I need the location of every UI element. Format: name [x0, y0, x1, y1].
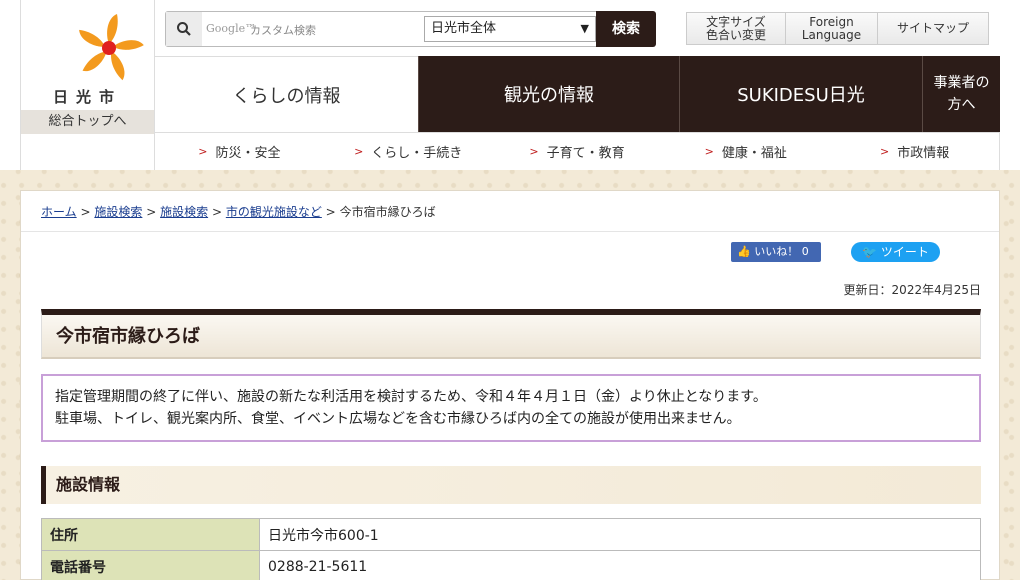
- subnav-label: 子育て・教育: [546, 146, 625, 161]
- subnav-item[interactable]: > くらし・手続き: [324, 133, 493, 170]
- util-link-line: Foreign: [809, 14, 854, 29]
- subnav-item[interactable]: > 市政情報: [830, 133, 999, 170]
- subnav-label: 健康・福祉: [721, 146, 787, 161]
- font-size-color-link[interactable]: 文字サイズ 色合い変更: [687, 13, 786, 44]
- nav-sukidesu-nikko[interactable]: SUKIDESU日光: [679, 56, 922, 132]
- util-link-line: 文字サイズ: [706, 14, 766, 29]
- sitemap-link[interactable]: サイトマップ: [878, 13, 988, 44]
- notice-box: 指定管理期間の終了に伴い、施設の新たな利活用を検討するため、令和４年４月１日（金…: [41, 374, 981, 442]
- breadcrumb: ホーム > 施設検索 > 施設検索 > 市の観光施設など > 今市宿市縁ひろば: [41, 203, 436, 220]
- table-header-cell: 住所: [41, 518, 260, 551]
- twitter-bird-icon: 🐦: [862, 245, 878, 259]
- subnav-item[interactable]: > 子育て・教育: [493, 133, 662, 170]
- table-row: 電話番号 0288-21-5611: [41, 550, 981, 580]
- divider: [21, 231, 999, 232]
- breadcrumb-link[interactable]: 施設検索: [94, 205, 142, 219]
- subnav-label: 市政情報: [897, 146, 950, 161]
- main-nav: くらしの情報 観光の情報 SUKIDESU日光 事業者の方へ: [155, 56, 1000, 132]
- updated-date: 更新日：2022年4月25日: [843, 283, 981, 297]
- nikko-flower-logo-icon[interactable]: [67, 8, 147, 88]
- logo-text: 日光市: [52, 88, 122, 106]
- subnav-label: くらし・手続き: [371, 146, 463, 161]
- subnav-label: 防災・安全: [215, 146, 281, 161]
- section-heading: 施設情報: [41, 466, 981, 504]
- notice-line: 指定管理期間の終了に伴い、施設の新たな利活用を検討するため、令和４年４月１日（金…: [55, 389, 767, 405]
- facility-info-table: 住所 日光市今市600-1 電話番号 0288-21-5611: [41, 518, 981, 580]
- search-button[interactable]: 検索: [596, 11, 656, 47]
- search-bar: Google™ カスタム検索 日光市全体 ▼ 検索: [165, 11, 656, 47]
- search-placeholder: カスタム検索: [250, 24, 316, 37]
- breadcrumb-separator: >: [80, 205, 91, 219]
- nav-business[interactable]: 事業者の方へ: [922, 56, 1000, 132]
- table-row: 住所 日光市今市600-1: [41, 518, 981, 551]
- breadcrumb-current: 今市宿市縁ひろば: [339, 205, 436, 219]
- chevron-right-icon: >: [704, 145, 714, 158]
- util-link-line: Language: [801, 27, 862, 42]
- thumbs-up-icon: 👍: [737, 245, 751, 258]
- like-label: いいね！ 0: [754, 245, 809, 258]
- chevron-right-icon: >: [879, 145, 890, 158]
- foreign-language-link[interactable]: Foreign Language: [786, 13, 878, 44]
- search-icon: [166, 12, 202, 46]
- main-content: ホーム > 施設検索 > 施設検索 > 市の観光施設など > 今市宿市縁ひろば …: [20, 190, 1000, 580]
- page-title: 今市宿市縁ひろば: [41, 309, 981, 359]
- breadcrumb-link[interactable]: 施設検索: [160, 205, 208, 219]
- utility-links: 文字サイズ 色合い変更 Foreign Language サイトマップ: [686, 12, 989, 45]
- tweet-button[interactable]: 🐦 ツイート: [851, 242, 940, 262]
- chevron-right-icon: >: [529, 145, 539, 158]
- facebook-like-button[interactable]: 👍 いいね！ 0: [731, 242, 821, 262]
- breadcrumb-separator: >: [325, 205, 336, 219]
- subnav-item[interactable]: > 防災・安全: [155, 133, 324, 170]
- nav-living-info[interactable]: くらしの情報: [155, 56, 418, 132]
- top-page-link[interactable]: 総合トップへ: [21, 110, 154, 134]
- chevron-right-icon: >: [198, 145, 208, 158]
- breadcrumb-separator: >: [211, 205, 222, 219]
- notice-line: 駐車場、トイレ、観光案内所、食堂、イベント広場などを含む市縁ひろば内の全ての施設…: [55, 411, 741, 427]
- google-mark: Google™: [206, 22, 257, 35]
- chevron-right-icon: >: [354, 145, 364, 158]
- nav-tourism-info[interactable]: 観光の情報: [418, 56, 679, 132]
- breadcrumb-link[interactable]: 市の観光施設など: [226, 205, 322, 219]
- table-cell: 日光市今市600-1: [259, 518, 981, 551]
- table-cell: 0288-21-5611: [259, 550, 981, 580]
- chevron-down-icon: ▼: [580, 22, 589, 35]
- table-header-cell: 電話番号: [41, 550, 260, 580]
- site-header: 日光市 総合トップへ Google™ カスタム検索 日光市全体 ▼ 検索 文字サ…: [0, 0, 1020, 170]
- breadcrumb-separator: >: [146, 205, 157, 219]
- sub-nav: > 防災・安全 > くらし・手続き > 子育て・教育 > 健康・福祉 > 市政情報: [155, 132, 1000, 170]
- search-scope-select[interactable]: 日光市全体 ▼: [424, 16, 596, 42]
- search-scope-value: 日光市全体: [431, 21, 497, 36]
- tweet-label: ツイート: [880, 245, 929, 259]
- site-logo-area: 日光市 総合トップへ: [20, 0, 155, 170]
- subnav-item[interactable]: > 健康・福祉: [661, 133, 830, 170]
- util-link-line: 色合い変更: [705, 27, 766, 42]
- breadcrumb-link[interactable]: ホーム: [41, 205, 77, 219]
